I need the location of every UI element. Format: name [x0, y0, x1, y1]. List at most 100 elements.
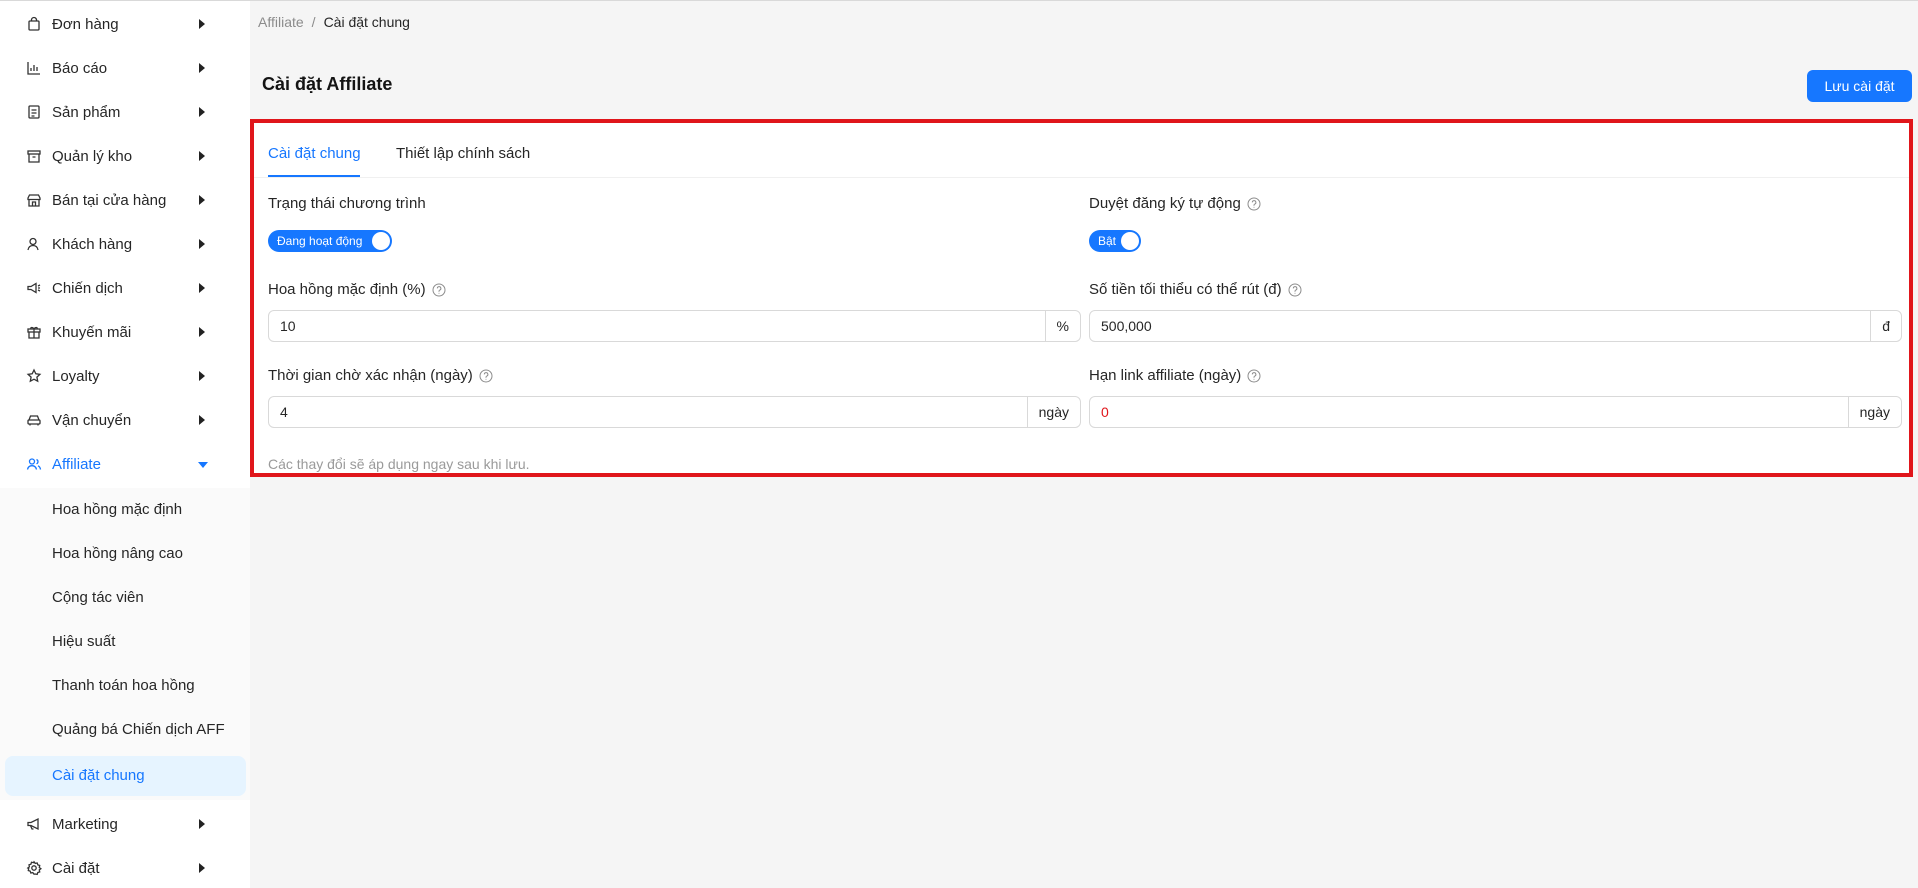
sidebar-item-label: Vận chuyển: [52, 411, 132, 429]
auto-approve-switch[interactable]: Bật: [1089, 230, 1141, 252]
submenu-item-commission-payment[interactable]: Thanh toán hoa hồng: [5, 666, 246, 706]
sidebar-item-pos[interactable]: Bán tại cửa hàng: [0, 178, 250, 222]
caret-right-icon: [199, 863, 205, 873]
submenu-item-advanced-commission[interactable]: Hoa hồng nâng cao: [5, 534, 246, 574]
sidebar-item-promotions[interactable]: Khuyến mãi: [0, 310, 250, 354]
confirm-wait-input[interactable]: [269, 397, 1027, 427]
sidebar-item-label: Khách hàng: [52, 235, 133, 253]
question-circle-icon[interactable]: [1247, 197, 1261, 211]
sidebar-item-marketing[interactable]: Marketing: [0, 802, 250, 846]
caret-right-icon: [199, 195, 205, 205]
min-withdraw-label-text: Số tiền tối thiểu có thể rút (đ): [1089, 281, 1282, 298]
sidebar: Đơn hàng Báo cáo Sản phẩm Quản lý kho Bá…: [0, 0, 250, 888]
sidebar-item-label: Marketing: [52, 815, 118, 833]
sidebar-item-shipping[interactable]: Vận chuyển: [0, 398, 250, 442]
caret-down-icon: [198, 462, 208, 468]
caret-right-icon: [199, 819, 205, 829]
link-expiry-input-group: ngày: [1089, 396, 1902, 428]
min-withdraw-label: Số tiền tối thiểu có thể rút (đ): [1089, 281, 1302, 298]
days-addon: ngày: [1026, 397, 1080, 427]
sidebar-item-customers[interactable]: Khách hàng: [0, 222, 250, 266]
affiliate-users-icon: [26, 456, 42, 472]
sidebar-item-label: Bán tại cửa hàng: [52, 191, 167, 209]
settings-card: Cài đặt chung Thiết lập chính sách Trạng…: [250, 119, 1913, 477]
caret-right-icon: [199, 151, 205, 161]
submenu-item-performance[interactable]: Hiệu suất: [5, 622, 246, 662]
auto-approve-label: Duyệt đăng ký tự động: [1089, 195, 1261, 212]
sidebar-item-label: Đơn hàng: [52, 15, 119, 33]
sidebar-item-orders[interactable]: Đơn hàng: [0, 2, 250, 46]
settings-tabs: Cài đặt chung Thiết lập chính sách: [254, 123, 1909, 178]
sidebar-item-label: Sản phẩm: [52, 103, 121, 121]
submenu-item-label: Hoa hồng mặc định: [52, 501, 183, 518]
program-status-label: Trạng thái chương trình: [268, 195, 426, 212]
gear-icon: [26, 860, 42, 876]
tab-general-settings[interactable]: Cài đặt chung: [268, 145, 361, 162]
save-note: Các thay đổi sẽ áp dụng ngay sau khi lưu…: [268, 456, 530, 472]
submenu-item-aff-campaign-promo[interactable]: Quảng bá Chiến dịch AFF: [5, 710, 246, 750]
link-expiry-input[interactable]: [1090, 397, 1848, 427]
auto-approve-switch-text: Bật: [1098, 234, 1117, 248]
caret-right-icon: [199, 107, 205, 117]
caret-right-icon: [199, 19, 205, 29]
currency-addon: đ: [1870, 311, 1901, 341]
submenu-item-default-commission[interactable]: Hoa hồng mặc định: [5, 490, 246, 530]
user-icon: [26, 236, 42, 252]
auto-approve-label-text: Duyệt đăng ký tự động: [1089, 195, 1241, 212]
default-commission-label: Hoa hồng mặc định (%): [268, 281, 446, 298]
submenu-item-label: Thanh toán hoa hồng: [52, 677, 195, 694]
sidebar-item-settings[interactable]: Cài đặt: [0, 846, 250, 888]
sidebar-item-products[interactable]: Sản phẩm: [0, 90, 250, 134]
top-divider: [0, 0, 1918, 1]
sidebar-item-reports[interactable]: Báo cáo: [0, 46, 250, 90]
min-withdraw-input[interactable]: [1090, 311, 1871, 341]
sidebar-item-inventory[interactable]: Quản lý kho: [0, 134, 250, 178]
question-circle-icon[interactable]: [1288, 283, 1302, 297]
caret-right-icon: [199, 63, 205, 73]
car-icon: [26, 412, 42, 428]
percent-addon: %: [1044, 311, 1080, 341]
link-expiry-label-text: Hạn link affiliate (ngày): [1089, 367, 1242, 384]
submenu-item-general-settings[interactable]: Cài đặt chung: [5, 756, 246, 796]
save-settings-button[interactable]: Lưu cài đặt: [1807, 70, 1912, 102]
star-icon: [26, 368, 42, 384]
tab-policy-setup[interactable]: Thiết lập chính sách: [396, 145, 530, 162]
default-commission-label-text: Hoa hồng mặc định (%): [268, 281, 426, 298]
sidebar-item-affiliate[interactable]: Affiliate: [0, 442, 250, 486]
bar-chart-icon: [26, 60, 42, 76]
sidebar-item-campaigns[interactable]: Chiến dịch: [0, 266, 250, 310]
sidebar-item-label: Quản lý kho: [52, 147, 133, 165]
affiliate-submenu: Hoa hồng mặc định Hoa hồng nâng cao Cộng…: [0, 488, 250, 800]
marketing-icon: [26, 816, 42, 832]
question-circle-icon[interactable]: [479, 369, 493, 383]
days-addon: ngày: [1847, 397, 1901, 427]
caret-right-icon: [199, 239, 205, 249]
program-status-switch-text: Đang hoạt động: [277, 234, 363, 248]
megaphone-icon: [26, 280, 42, 296]
question-circle-icon[interactable]: [1247, 369, 1261, 383]
submenu-item-label: Cộng tác viên: [52, 589, 144, 606]
caret-right-icon: [199, 415, 205, 425]
question-circle-icon[interactable]: [432, 283, 446, 297]
switch-knob: [372, 232, 390, 250]
sidebar-item-label: Affiliate: [52, 455, 101, 473]
submenu-item-collaborators[interactable]: Cộng tác viên: [5, 578, 246, 618]
sidebar-item-label: Báo cáo: [52, 59, 108, 77]
submenu-item-label: Cài đặt chung: [52, 767, 145, 784]
confirm-wait-label-text: Thời gian chờ xác nhận (ngày): [268, 367, 473, 384]
sidebar-item-label: Chiến dịch: [52, 279, 123, 297]
default-commission-input[interactable]: [269, 311, 1045, 341]
submenu-item-label: Hoa hồng nâng cao: [52, 545, 183, 562]
confirm-wait-input-group: ngày: [268, 396, 1081, 428]
program-status-switch[interactable]: Đang hoạt động: [268, 230, 392, 252]
submenu-item-label: Quảng bá Chiến dịch AFF: [52, 721, 225, 738]
sidebar-item-label: Cài đặt: [52, 859, 100, 877]
confirm-wait-label: Thời gian chờ xác nhận (ngày): [268, 367, 493, 384]
breadcrumb-link-affiliate[interactable]: Affiliate: [258, 14, 304, 30]
active-tab-indicator: [268, 175, 360, 177]
sidebar-item-label: Khuyến mãi: [52, 323, 132, 341]
breadcrumb-separator: /: [311, 14, 316, 30]
breadcrumb-current: Cài đặt chung: [323, 14, 410, 30]
sidebar-item-loyalty[interactable]: Loyalty: [0, 354, 250, 398]
page-title: Cài đặt Affiliate: [262, 74, 393, 94]
